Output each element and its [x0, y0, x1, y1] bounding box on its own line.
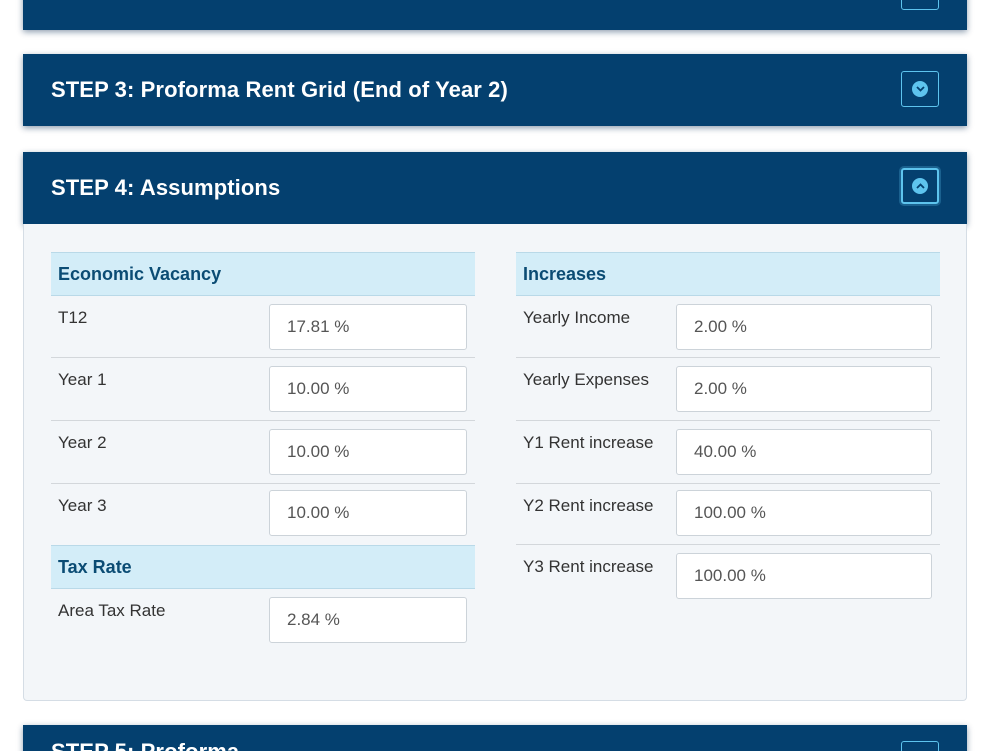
- panel-header-step5[interactable]: STEP 5: Proforma: [23, 725, 967, 751]
- row-label: Year 2: [58, 433, 107, 452]
- table-row: T12: [51, 296, 475, 358]
- section-title: Economic Vacancy: [51, 252, 475, 296]
- table-row: Y2 Rent increase: [516, 484, 940, 545]
- table-row: Year 2: [51, 421, 475, 484]
- area-tax-rate-input[interactable]: [269, 597, 467, 643]
- panel-title: STEP 3: Proforma Rent Grid (End of Year …: [51, 77, 508, 102]
- tax-rate-section-title: Tax Rate: [51, 545, 475, 589]
- chevron-up-icon: [912, 178, 928, 194]
- row-label: T12: [58, 308, 88, 327]
- year1-vacancy-input[interactable]: [269, 366, 467, 412]
- t12-vacancy-input[interactable]: [269, 304, 467, 350]
- row-label: Y2 Rent increase: [523, 496, 654, 515]
- row-label: Year 3: [58, 496, 107, 515]
- y3-rent-increase-input[interactable]: [676, 553, 932, 599]
- year2-vacancy-input[interactable]: [269, 429, 467, 475]
- yearly-income-input[interactable]: [676, 304, 932, 350]
- year3-vacancy-input[interactable]: [269, 490, 467, 536]
- panel-header-step3[interactable]: STEP 3: Proforma Rent Grid (End of Year …: [23, 54, 967, 126]
- table-row: Yearly Income: [516, 296, 940, 358]
- table-row: Area Tax Rate: [51, 589, 475, 649]
- increases-section: Increases Yearly Income Yearly Expenses …: [516, 252, 940, 607]
- chevron-down-icon: [912, 81, 928, 97]
- section-title: Increases: [516, 252, 940, 296]
- row-label: Y1 Rent increase: [523, 433, 654, 452]
- row-label: Year 1: [58, 370, 107, 389]
- yearly-expenses-input[interactable]: [676, 366, 932, 412]
- assumptions-panel-body: Economic Vacancy T12 Year 1 Year 2 Year …: [23, 224, 967, 701]
- table-row: Y1 Rent increase: [516, 421, 940, 484]
- row-label: Area Tax Rate: [58, 601, 166, 620]
- table-row: Year 1: [51, 358, 475, 421]
- expand-toggle-button[interactable]: [901, 0, 939, 10]
- y1-rent-increase-input[interactable]: [676, 429, 932, 475]
- row-label: Yearly Income: [523, 308, 631, 327]
- expand-toggle-button[interactable]: [901, 71, 939, 107]
- panel-header-step2: [23, 0, 967, 30]
- expand-toggle-button[interactable]: [901, 741, 939, 751]
- y2-rent-increase-input[interactable]: [676, 490, 932, 536]
- economic-vacancy-section: Economic Vacancy T12 Year 1 Year 2 Year …: [51, 252, 475, 649]
- table-row: Year 3: [51, 484, 475, 545]
- table-row: Y3 Rent increase: [516, 545, 940, 607]
- panel-title: STEP 4: Assumptions: [51, 175, 281, 200]
- row-label: Yearly Expenses: [523, 370, 650, 389]
- row-label: Y3 Rent increase: [523, 557, 654, 576]
- collapse-toggle-button[interactable]: [901, 168, 939, 204]
- table-row: Yearly Expenses: [516, 358, 940, 421]
- panel-title: STEP 5: Proforma: [23, 725, 967, 751]
- panel-header-step4[interactable]: STEP 4: Assumptions: [23, 152, 967, 224]
